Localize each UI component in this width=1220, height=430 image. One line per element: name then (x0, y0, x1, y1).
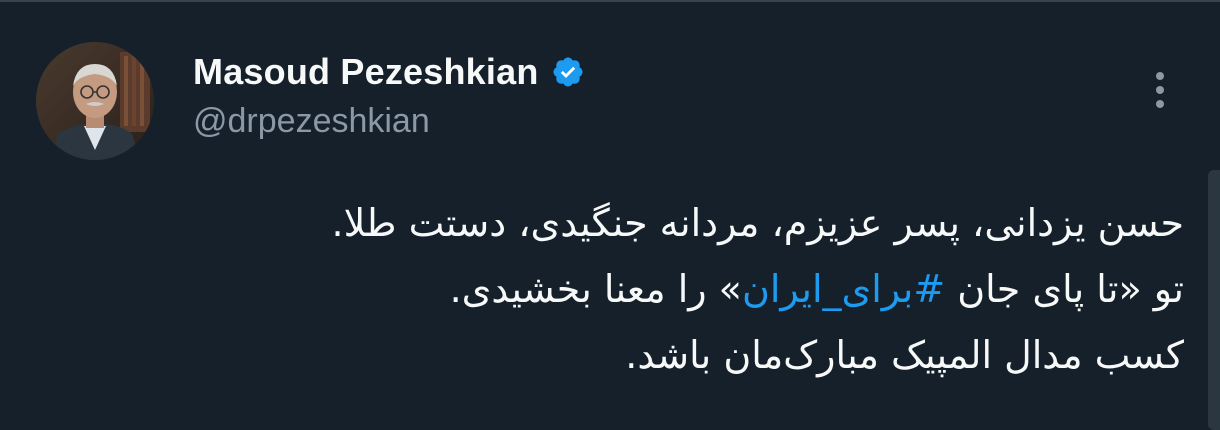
hashtag-link[interactable]: #برای_ایران (742, 267, 945, 311)
tweet-text-segment: تو «تا پای جان (945, 267, 1184, 311)
avatar[interactable] (36, 42, 154, 160)
author-name-row: Masoud Pezeshkian (193, 50, 585, 94)
tweet-text-line-3: کسب مدال المپیک مبارک‌مان باشد. (625, 333, 1184, 377)
more-options-icon[interactable] (1150, 68, 1170, 112)
verified-badge-icon (551, 55, 585, 89)
author-handle[interactable]: @drpezeshkian (193, 102, 430, 141)
tweet-text-line-1: حسن یزدانی، پسر عزیزم، مردانه جنگیدی، دس… (331, 201, 1184, 245)
avatar-photo (36, 42, 154, 160)
tweet-text: حسن یزدانی، پسر عزیزم، مردانه جنگیدی، دس… (44, 190, 1184, 388)
tweet-card: Masoud Pezeshkian @drpezeshkian حسن یزدا… (0, 0, 1220, 430)
tweet-text-line-2: تو «تا پای جان #برای_ایران» را معنا بخشی… (44, 256, 1184, 322)
author-display-name[interactable]: Masoud Pezeshkian (193, 51, 539, 93)
tweet-text-segment: » را معنا بخشیدی. (449, 267, 742, 311)
